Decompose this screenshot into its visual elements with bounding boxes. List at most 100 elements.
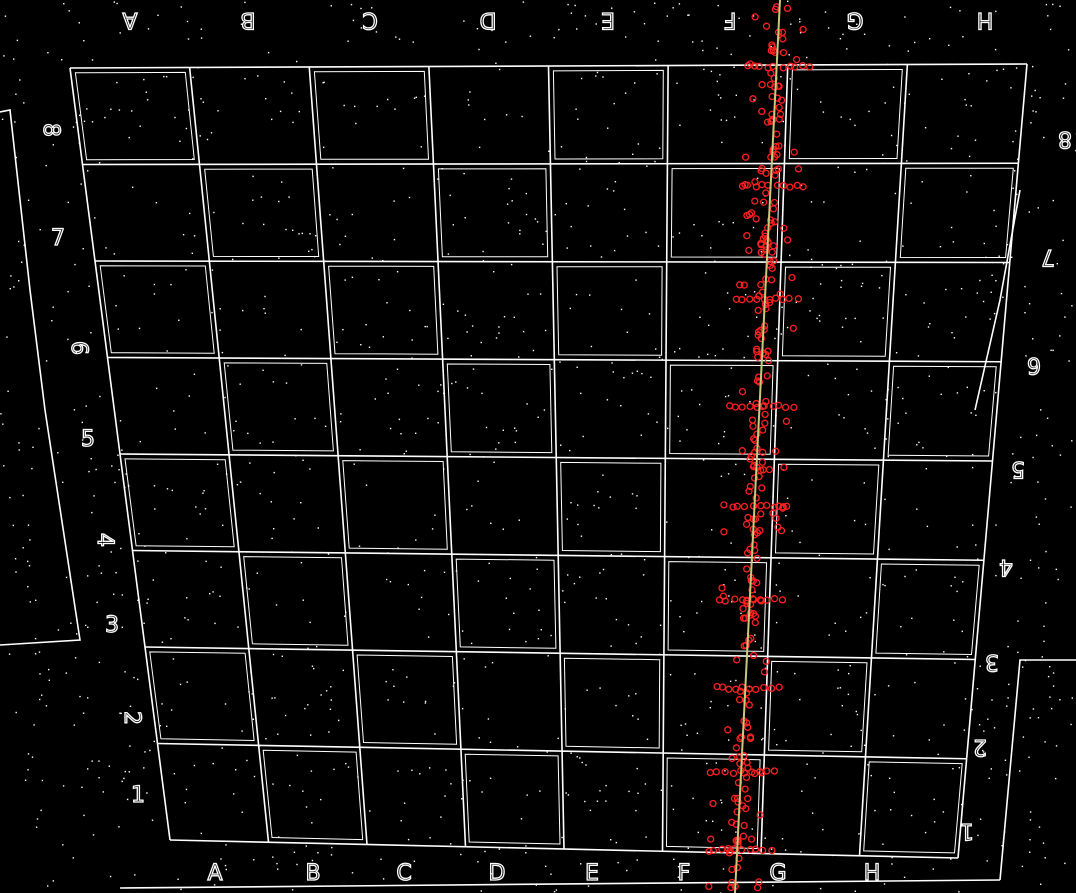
noise-speck <box>10 275 12 277</box>
noise-speck <box>965 104 967 106</box>
noise-speck <box>1008 683 1010 686</box>
edge-detection-view: A B C D E F G H A B C D E F G H 8 7 6 5 4 3 2 1 8 7 6 5 4 3 2 1 <box>0 0 1076 893</box>
noise-speck <box>580 863 582 865</box>
noise-speck <box>235 420 237 422</box>
noise-speck <box>342 328 344 331</box>
noise-speck <box>153 283 156 286</box>
noise-speck <box>400 433 402 435</box>
noise-speck <box>146 792 148 794</box>
noise-speck <box>389 427 392 430</box>
noise-speck <box>119 32 121 34</box>
noise-speck <box>285 382 288 384</box>
noise-speck <box>519 229 521 232</box>
noise-speck <box>611 362 613 364</box>
noise-speck <box>252 199 254 201</box>
noise-speck <box>418 608 420 610</box>
noise-speck <box>1032 708 1035 710</box>
noise-speck <box>128 771 130 773</box>
noise-speck <box>723 431 726 433</box>
noise-speck <box>677 415 679 418</box>
noise-speck <box>48 679 50 681</box>
noise-speck <box>272 653 275 656</box>
noise-speck <box>302 599 304 601</box>
noise-speck <box>4 15 7 17</box>
noise-speck <box>149 749 151 752</box>
noise-speck <box>324 425 327 427</box>
noise-speck <box>450 843 452 845</box>
noise-speck <box>220 858 222 860</box>
noise-speck <box>358 545 361 547</box>
noise-speck <box>31 467 33 470</box>
noise-speck <box>1064 83 1067 85</box>
noise-speck <box>943 651 945 653</box>
noise-speck <box>995 524 997 526</box>
noise-speck <box>1034 89 1036 92</box>
noise-speck <box>874 447 876 449</box>
noise-speck <box>564 601 566 604</box>
noise-speck <box>498 68 501 71</box>
noise-speck <box>138 327 141 330</box>
noise-speck <box>965 316 967 318</box>
noise-speck <box>694 673 696 675</box>
noise-speck <box>378 279 380 281</box>
noise-speck <box>643 559 646 561</box>
noise-speck <box>1052 199 1054 202</box>
noise-speck <box>385 378 387 380</box>
noise-speck <box>714 355 717 357</box>
file-label-bottom: C <box>396 861 411 886</box>
noise-speck <box>950 585 952 587</box>
noise-speck <box>307 704 309 706</box>
noise-speck <box>915 569 917 571</box>
noise-speck <box>837 166 839 169</box>
noise-speck <box>882 583 884 586</box>
noise-speck <box>1071 305 1073 307</box>
noise-speck <box>360 7 362 10</box>
noise-speck <box>725 119 728 122</box>
noise-speck <box>413 860 416 862</box>
noise-speck <box>964 698 967 700</box>
noise-speck <box>1012 187 1014 189</box>
noise-speck <box>720 119 722 121</box>
noise-speck <box>1064 316 1066 318</box>
noise-speck <box>1051 445 1053 447</box>
noise-speck <box>635 809 637 812</box>
noise-speck <box>870 774 872 777</box>
noise-speck <box>469 91 471 93</box>
noise-speck <box>580 392 582 395</box>
noise-speck <box>154 508 156 510</box>
noise-speck <box>562 590 564 592</box>
noise-speck <box>635 279 637 281</box>
noise-speck <box>376 105 378 108</box>
noise-speck <box>576 28 578 30</box>
noise-speck <box>232 258 234 261</box>
noise-speck <box>468 104 470 106</box>
noise-speck <box>179 140 181 142</box>
noise-speck <box>171 489 173 492</box>
noise-speck <box>262 369 264 371</box>
noise-speck <box>224 396 226 399</box>
noise-speck <box>575 108 577 110</box>
noise-speck <box>917 355 920 357</box>
noise-speck <box>328 731 330 733</box>
noise-speck <box>437 390 439 393</box>
noise-speck <box>1047 675 1050 678</box>
noise-speck <box>674 351 676 353</box>
noise-speck <box>610 839 612 841</box>
noise-speck <box>728 595 730 597</box>
noise-speck <box>895 352 898 354</box>
noise-speck <box>579 168 581 170</box>
noise-speck <box>330 699 332 701</box>
noise-speck <box>1040 409 1042 411</box>
noise-speck <box>635 693 637 695</box>
noise-speck <box>811 812 814 814</box>
noise-speck <box>1055 777 1057 780</box>
noise-speck <box>1070 723 1072 726</box>
noise-speck <box>670 785 673 787</box>
noise-speck <box>98 760 100 762</box>
noise-speck <box>628 695 630 697</box>
noise-speck <box>538 609 540 611</box>
noise-speck <box>445 769 447 771</box>
noise-speck <box>1017 651 1019 654</box>
noise-speck <box>285 228 287 231</box>
noise-speck <box>720 97 722 99</box>
